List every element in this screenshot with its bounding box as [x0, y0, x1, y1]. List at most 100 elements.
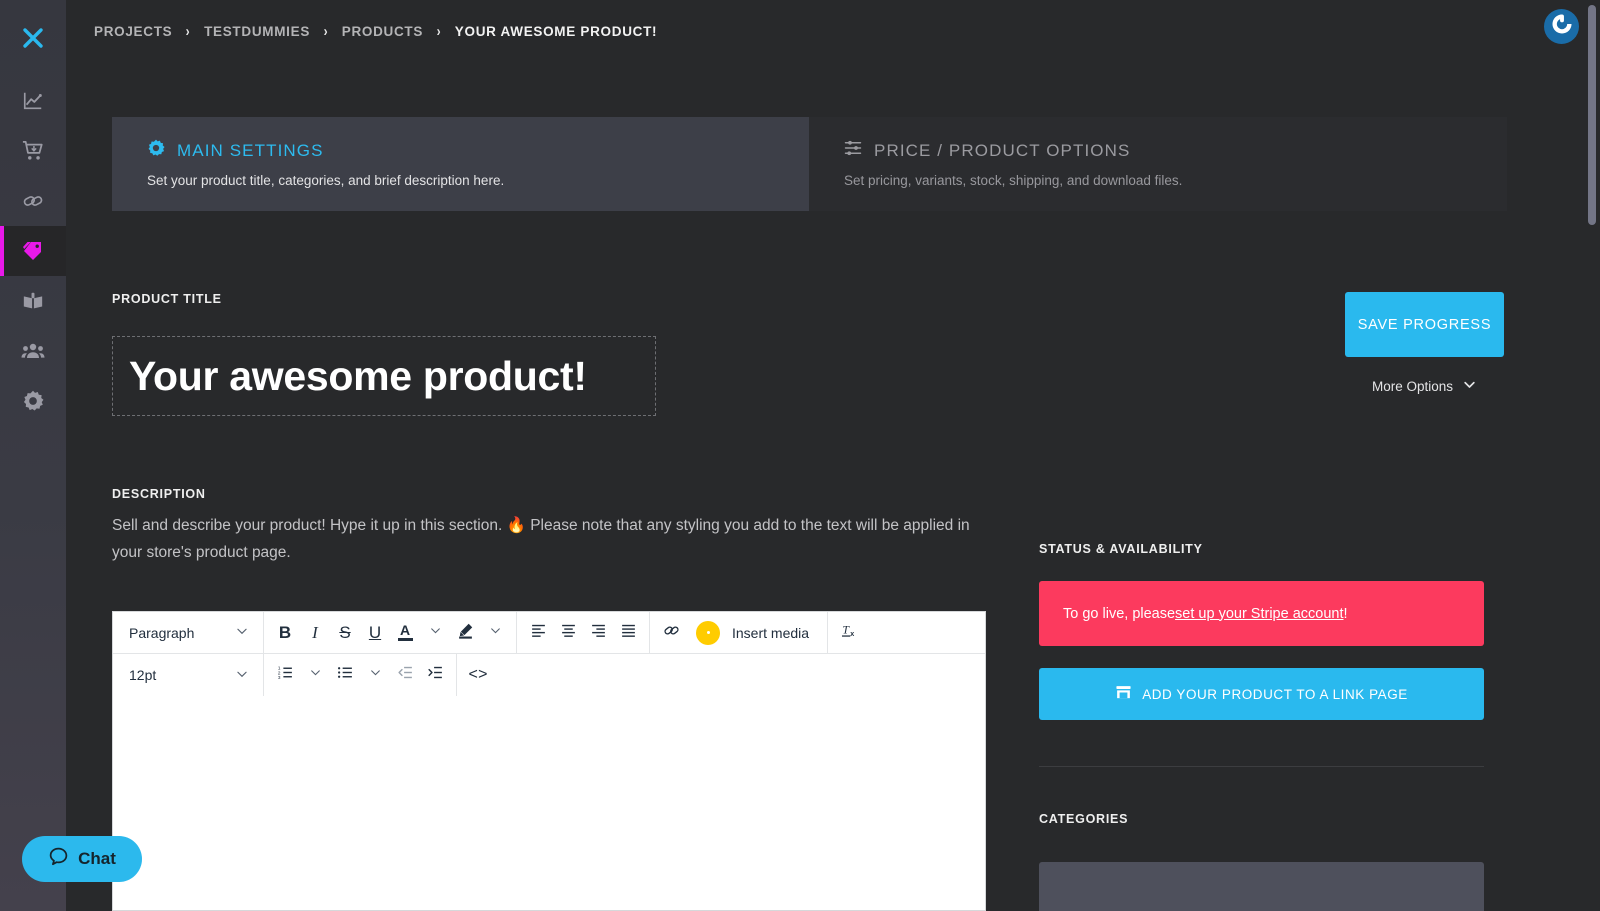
gear-icon [147, 139, 165, 162]
chevron-down-icon [235, 667, 249, 684]
insert-media-button[interactable]: Insert media [686, 618, 821, 648]
align-left-icon [530, 622, 547, 644]
sidebar-item-analytics[interactable] [0, 76, 66, 126]
bullet-list-button[interactable] [330, 660, 360, 690]
breadcrumb-item-testdummies[interactable]: TESTDUMMIES [204, 24, 310, 39]
breadcrumb-separator: › [323, 22, 329, 40]
indent-icon [427, 664, 444, 686]
numbered-list-button[interactable]: 123 [270, 660, 300, 690]
chevron-down-icon [235, 624, 249, 641]
text-color-swatch [397, 638, 413, 641]
chain-link-icon [22, 190, 44, 212]
tab-price-product-options[interactable]: PRICE / PRODUCT OPTIONS Set pricing, var… [809, 117, 1507, 211]
sidebar-item-products[interactable] [0, 226, 66, 276]
outdent-button[interactable] [390, 660, 420, 690]
outdent-icon [397, 664, 414, 686]
panel-divider [1039, 766, 1484, 767]
storefront-icon [1115, 684, 1132, 704]
align-right-icon [590, 622, 607, 644]
highlighter-pen-icon [457, 622, 474, 644]
page-scrollbar-thumb[interactable] [1588, 5, 1596, 225]
more-options-dropdown[interactable]: More Options [1345, 377, 1504, 395]
tab-main-settings[interactable]: MAIN SETTINGS Set your product title, ca… [112, 117, 809, 211]
description-help-text: Sell and describe your product! Hype it … [112, 517, 970, 561]
insert-link-button[interactable] [656, 618, 686, 648]
stripe-alert-prefix: To go live, please [1063, 605, 1176, 622]
chevron-down-icon [489, 624, 502, 642]
bullet-list-menu-button[interactable] [360, 660, 390, 690]
breadcrumb: PROJECTS › TESTDUMMIES › PRODUCTS › YOUR… [94, 20, 657, 42]
toolbar-group-alignment [517, 611, 650, 654]
breadcrumb-separator: › [436, 22, 442, 40]
stripe-setup-link[interactable]: set up your Stripe account [1175, 606, 1343, 622]
save-progress-button[interactable]: SAVE PROGRESS [1345, 292, 1504, 357]
more-options-label: More Options [1371, 378, 1454, 394]
bold-button[interactable]: B [270, 618, 300, 648]
people-group-icon [21, 339, 45, 363]
breadcrumb-item-projects[interactable]: PROJECTS [94, 24, 172, 39]
align-left-button[interactable] [523, 618, 553, 648]
status-availability-label: STATUS & AVAILABILITY [1039, 542, 1203, 556]
sidebar-item-links[interactable] [0, 176, 66, 226]
open-book-icon [22, 290, 44, 312]
page-scrollbar-track[interactable] [1584, 0, 1600, 911]
align-center-button[interactable] [553, 618, 583, 648]
status-availability-panel: STATUS & AVAILABILITY To go live, please… [1039, 540, 1484, 911]
avatar[interactable] [1544, 9, 1579, 44]
clear-formatting-button[interactable]: Tx [834, 618, 864, 648]
chevron-down-icon [309, 666, 322, 684]
editor-body[interactable] [113, 696, 985, 910]
chat-widget-button[interactable]: Chat [22, 836, 142, 882]
tab-main-settings-subtitle: Set your product title, categories, and … [147, 173, 505, 188]
toolbar-group-fontsize: 12pt [113, 654, 264, 696]
x-logo-icon [21, 26, 45, 50]
sliders-icon [844, 139, 862, 162]
app-logo[interactable] [0, 0, 66, 76]
toolbar-group-insert: Insert media [650, 611, 829, 654]
font-size-select[interactable]: 12pt [119, 660, 257, 690]
underline-button[interactable]: U [360, 618, 390, 648]
highlight-menu-button[interactable] [480, 618, 510, 648]
yellow-circle-icon [696, 620, 720, 645]
svg-text:T: T [842, 622, 850, 636]
stripe-setup-alert: To go live, please set up your Stripe ac… [1039, 581, 1484, 646]
highlight-color-button[interactable] [450, 618, 480, 648]
sidebar-item-customers[interactable] [0, 326, 66, 376]
toolbar-group-lists: 123 [264, 654, 457, 696]
chain-link-icon [663, 622, 680, 644]
sidebar-item-settings[interactable] [0, 376, 66, 426]
align-justify-button[interactable] [613, 618, 643, 648]
tab-price-product-options-subtitle: Set pricing, variants, stock, shipping, … [844, 173, 1183, 188]
block-format-select[interactable]: Paragraph [119, 618, 257, 648]
categories-label: CATEGORIES [1039, 812, 1129, 826]
toolbar-group-format: Paragraph [113, 611, 264, 654]
speech-bubble-icon [48, 846, 69, 872]
chat-label: Chat [78, 849, 116, 868]
editor-toolbar-row-2: 12pt 123 <> [113, 654, 985, 696]
italic-button[interactable]: I [300, 618, 330, 648]
clear-formatting-icon: Tx [840, 621, 859, 645]
svg-text:x: x [850, 630, 854, 638]
chevron-down-icon [369, 666, 382, 684]
toolbar-group-source: <> [457, 654, 499, 696]
text-color-menu-button[interactable] [420, 618, 450, 648]
indent-button[interactable] [420, 660, 450, 690]
block-format-value: Paragraph [129, 624, 195, 641]
align-justify-icon [620, 622, 637, 644]
align-right-button[interactable] [583, 618, 613, 648]
text-color-button[interactable]: A [390, 618, 420, 648]
add-to-link-page-button[interactable]: ADD YOUR PRODUCT TO A LINK PAGE [1039, 668, 1484, 720]
align-center-icon [560, 622, 577, 644]
toolbar-group-clear: Tx [828, 612, 870, 654]
gear-icon [22, 390, 44, 412]
tab-price-product-options-label: PRICE / PRODUCT OPTIONS [874, 140, 1131, 160]
sidebar-item-orders[interactable] [0, 126, 66, 176]
strikethrough-button[interactable]: S [330, 618, 360, 648]
numbered-list-menu-button[interactable] [300, 660, 330, 690]
sidebar-item-library[interactable] [0, 276, 66, 326]
breadcrumb-item-products[interactable]: PRODUCTS [342, 24, 423, 39]
product-title-input[interactable]: Your awesome product! [112, 336, 656, 416]
source-code-button[interactable]: <> [463, 660, 493, 690]
categories-input[interactable] [1039, 862, 1484, 911]
product-title-value: Your awesome product! [129, 352, 587, 399]
